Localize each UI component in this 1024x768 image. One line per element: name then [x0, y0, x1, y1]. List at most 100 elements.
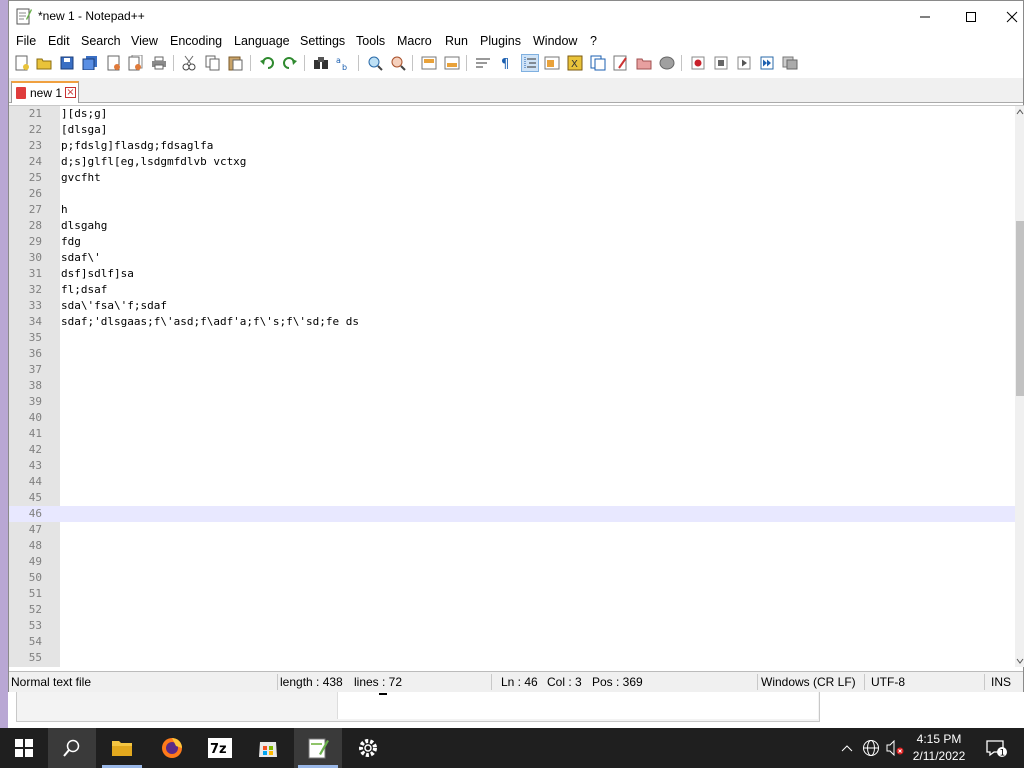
editor-line[interactable]: 27 h	[9, 202, 1015, 218]
notification-center[interactable]: 1	[978, 728, 1014, 768]
editor-line[interactable]: 34 sdaf;'dlsgaas;f\'asd;f\adf'a;f\'s;f\'s…	[9, 314, 1015, 330]
background-window[interactable]	[16, 690, 820, 722]
editor-line[interactable]: 55	[9, 650, 1015, 666]
status-encoding[interactable]: UTF-8	[871, 675, 905, 689]
indent-guide-icon[interactable]	[521, 54, 539, 72]
show-all-chars-icon[interactable]: ¶	[497, 54, 515, 72]
menu-file[interactable]: File	[16, 34, 36, 48]
editor-line[interactable]: 54	[9, 634, 1015, 650]
show-hidden-icons[interactable]	[836, 728, 858, 768]
volume-tray[interactable]	[884, 728, 906, 768]
menu-plugins[interactable]: Plugins	[480, 34, 521, 48]
sync-horizontal-icon[interactable]	[443, 54, 461, 72]
editor[interactable]: 21][ds;g] 22 [dlsga] 23 p;fdslg]flasdg;fdsag…	[9, 105, 1024, 667]
close-all-icon[interactable]	[127, 54, 145, 72]
editor-line[interactable]: 23 p;fdslg]flasdg;fdsaglfa	[9, 138, 1015, 154]
editor-line[interactable]: 22 [dlsga]	[9, 122, 1015, 138]
close-file-icon[interactable]	[105, 54, 123, 72]
vertical-scrollbar[interactable]	[1015, 106, 1024, 667]
save-icon[interactable]	[58, 54, 76, 72]
editor-line[interactable]: 45	[9, 490, 1015, 506]
redo-icon[interactable]	[281, 54, 299, 72]
7zip-button[interactable]: 7z	[196, 728, 244, 768]
menu-language[interactable]: Language	[234, 34, 290, 48]
paste-icon[interactable]	[227, 54, 245, 72]
editor-line[interactable]: 40	[9, 410, 1015, 426]
stop-macro-icon[interactable]	[712, 54, 730, 72]
play-macro-icon[interactable]	[735, 54, 753, 72]
menu-encoding[interactable]: Encoding	[170, 34, 222, 48]
menu-macro[interactable]: Macro	[397, 34, 432, 48]
notepadpp-taskbar-button[interactable]	[294, 728, 342, 768]
scrollbar-thumb[interactable]	[1016, 221, 1024, 396]
maximize-button[interactable]	[948, 1, 994, 32]
replace-icon[interactable]: ab	[335, 54, 353, 72]
scroll-down-icon[interactable]	[1015, 657, 1024, 665]
editor-line[interactable]: 32 fl;dsaf	[9, 282, 1015, 298]
udl-icon[interactable]	[543, 54, 561, 72]
save-all-icon[interactable]	[81, 54, 99, 72]
file-explorer-button[interactable]	[98, 728, 146, 768]
store-button[interactable]	[244, 728, 292, 768]
new-file-icon[interactable]	[13, 54, 31, 72]
menu-settings[interactable]: Settings	[300, 34, 345, 48]
clock[interactable]: 4:15 PM 2/11/2022	[908, 731, 970, 765]
editor-line[interactable]: 37	[9, 362, 1015, 378]
editor-line[interactable]: 48	[9, 538, 1015, 554]
menu-tools[interactable]: Tools	[356, 34, 385, 48]
word-wrap-icon[interactable]	[474, 54, 492, 72]
menu-search[interactable]: Search	[81, 34, 121, 48]
settings-button[interactable]	[344, 728, 392, 768]
function-list-icon[interactable]	[589, 54, 607, 72]
scroll-up-icon[interactable]	[1015, 108, 1024, 116]
editor-line[interactable]: 28 dlsgahg	[9, 218, 1015, 234]
folder-workspace-icon[interactable]	[612, 54, 630, 72]
editor-line[interactable]: 31 dsf]sdlf]sa	[9, 266, 1015, 282]
menu-run[interactable]: Run	[445, 34, 468, 48]
menu-help[interactable]: ?	[590, 34, 597, 48]
editor-line[interactable]: 49	[9, 554, 1015, 570]
zoom-out-icon[interactable]	[389, 54, 407, 72]
editor-line[interactable]: 26	[9, 186, 1015, 202]
editor-line[interactable]: 21][ds;g]	[9, 106, 1015, 122]
zoom-in-icon[interactable]	[366, 54, 384, 72]
minimize-button[interactable]	[902, 1, 948, 32]
editor-line[interactable]: 53	[9, 618, 1015, 634]
editor-line[interactable]: 24 d;s]glfl[eg,lsdgmfdlvb vctxg	[9, 154, 1015, 170]
menu-view[interactable]: View	[131, 34, 158, 48]
editor-line[interactable]: 39	[9, 394, 1015, 410]
sync-vertical-icon[interactable]	[420, 54, 438, 72]
title-bar[interactable]: *new 1 - Notepad++	[9, 1, 1023, 32]
tab-new-1[interactable]: new 1 ×	[11, 81, 79, 103]
network-tray[interactable]	[860, 728, 882, 768]
firefox-button[interactable]	[148, 728, 196, 768]
launch-browser-icon[interactable]	[658, 54, 676, 72]
menu-edit[interactable]: Edit	[48, 34, 70, 48]
editor-line[interactable]: 36	[9, 346, 1015, 362]
current-line[interactable]: 46	[9, 506, 1015, 522]
status-insert-mode[interactable]: INS	[991, 675, 1011, 689]
editor-line[interactable]: 29 fdg	[9, 234, 1015, 250]
editor-line[interactable]: 41	[9, 426, 1015, 442]
find-icon[interactable]	[312, 54, 330, 72]
editor-line[interactable]: 44	[9, 474, 1015, 490]
search-button[interactable]	[48, 728, 96, 768]
status-eol[interactable]: Windows (CR LF)	[761, 675, 856, 689]
monitoring-icon[interactable]	[635, 54, 653, 72]
editor-line[interactable]: 50	[9, 570, 1015, 586]
copy-icon[interactable]	[204, 54, 222, 72]
run-macro-multiple-icon[interactable]	[758, 54, 776, 72]
editor-line[interactable]: 51	[9, 586, 1015, 602]
cut-icon[interactable]	[180, 54, 198, 72]
editor-line[interactable]: 52	[9, 602, 1015, 618]
editor-line[interactable]: 35	[9, 330, 1015, 346]
open-file-icon[interactable]	[35, 54, 53, 72]
editor-line[interactable]: 43	[9, 458, 1015, 474]
print-icon[interactable]	[150, 54, 168, 72]
undo-icon[interactable]	[258, 54, 276, 72]
save-macro-icon[interactable]	[781, 54, 799, 72]
start-button[interactable]	[0, 728, 48, 768]
editor-line[interactable]: 42	[9, 442, 1015, 458]
tab-close-icon[interactable]: ×	[65, 87, 76, 98]
record-macro-icon[interactable]	[689, 54, 707, 72]
